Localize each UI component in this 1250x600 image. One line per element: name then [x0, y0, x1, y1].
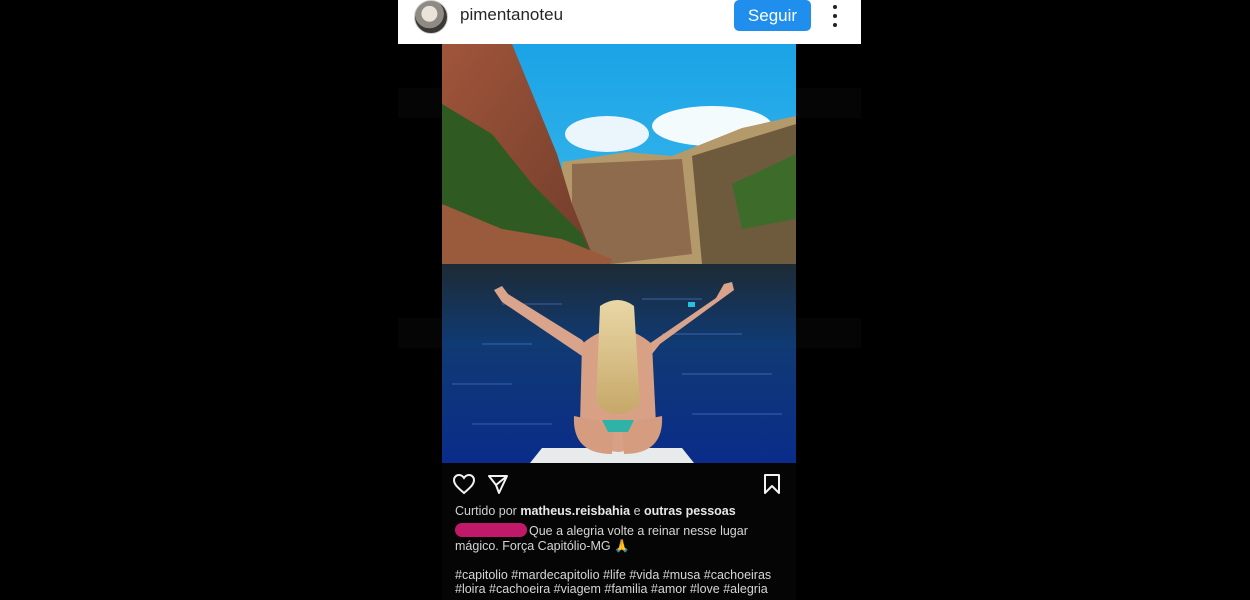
liked-by-text: Curtido por matheus.reisbahia e outras p…	[455, 504, 736, 518]
liked-by-user[interactable]: matheus.reisbahia	[520, 504, 630, 518]
liked-by-prefix: Curtido por	[455, 504, 517, 518]
bookmark-icon[interactable]	[760, 472, 784, 496]
redacted-username	[455, 523, 527, 537]
post-actions	[452, 472, 787, 496]
liked-by-others[interactable]: outras pessoas	[644, 504, 736, 518]
post-image[interactable]	[442, 44, 796, 463]
hashtags: #capitolio #mardecapitolio #life #vida #…	[455, 568, 790, 596]
avatar[interactable]	[414, 0, 448, 34]
post-caption: Que a alegria volte a reinar nesse lugar…	[455, 523, 785, 554]
send-icon[interactable]	[486, 472, 510, 496]
hashtags-line[interactable]: #loira #cachoeira #viagem #familia #amor…	[455, 582, 790, 596]
hashtags-line[interactable]: #capitolio #mardecapitolio #life #vida #…	[455, 568, 790, 582]
heart-icon[interactable]	[452, 472, 476, 496]
post-header: pimentanoteu Seguir	[398, 0, 861, 44]
username[interactable]: pimentanoteu	[460, 5, 563, 25]
more-vertical-icon[interactable]	[825, 4, 845, 28]
follow-button[interactable]: Seguir	[734, 0, 811, 31]
liked-by-conj: e	[630, 504, 644, 518]
